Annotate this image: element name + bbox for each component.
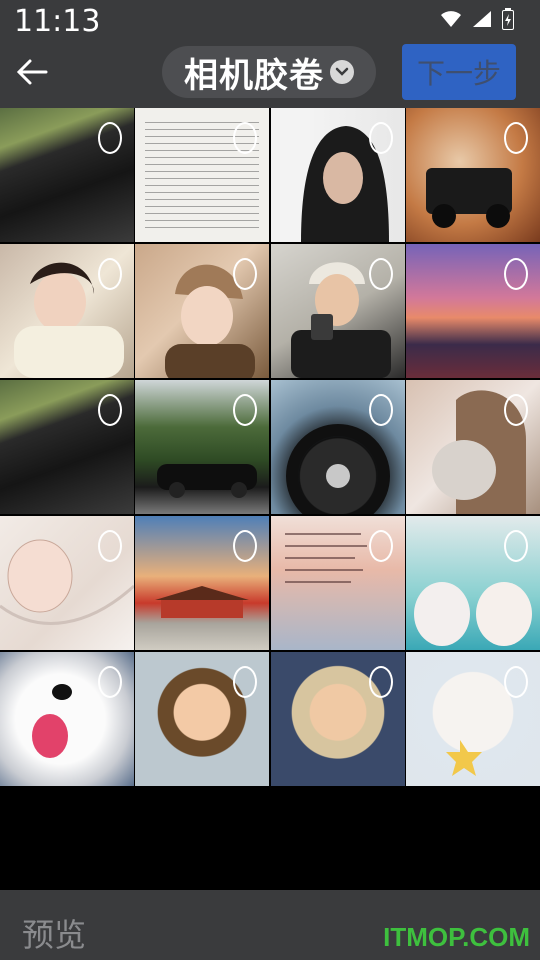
grid-item[interactable] — [405, 244, 540, 378]
signal-icon — [472, 10, 492, 32]
grid-item[interactable] — [0, 380, 134, 514]
status-icons — [440, 8, 514, 34]
grid-item[interactable] — [0, 108, 134, 242]
grid-item[interactable] — [135, 380, 270, 514]
bottom-bar: 预览 ITMOP.COM — [0, 890, 540, 960]
top-bar: 11:13 相机胶卷 下一步 — [0, 0, 540, 108]
preview-button[interactable]: 预览 — [22, 910, 86, 956]
status-time: 11:13 — [14, 4, 101, 39]
grid-item[interactable] — [270, 108, 405, 242]
grid-item[interactable] — [270, 516, 405, 650]
select-circle[interactable] — [503, 122, 528, 154]
select-circle[interactable] — [503, 666, 528, 698]
photo-grid — [0, 108, 540, 788]
grid-item[interactable] — [270, 244, 405, 378]
grid-item[interactable] — [135, 108, 270, 242]
select-circle[interactable] — [98, 666, 122, 698]
album-title: 相机胶卷 — [184, 55, 324, 96]
select-circle[interactable] — [368, 530, 393, 562]
grid-item[interactable] — [270, 380, 405, 514]
grid-item[interactable] — [135, 516, 270, 650]
select-circle[interactable] — [503, 530, 528, 562]
grid-item[interactable] — [405, 380, 540, 514]
select-circle[interactable] — [368, 122, 393, 154]
grid-item[interactable] — [405, 652, 540, 786]
album-selector[interactable]: 相机胶卷 — [162, 46, 376, 98]
grid-item[interactable] — [0, 516, 134, 650]
select-circle[interactable] — [503, 394, 528, 426]
grid-item[interactable] — [0, 244, 134, 378]
select-circle[interactable] — [98, 530, 122, 562]
arrow-left-icon — [14, 59, 50, 96]
select-circle[interactable] — [503, 258, 528, 290]
select-circle[interactable] — [368, 394, 393, 426]
grid-item[interactable] — [270, 652, 405, 786]
select-circle[interactable] — [368, 258, 393, 290]
select-circle[interactable] — [368, 666, 393, 698]
grid-item[interactable] — [405, 516, 540, 650]
next-step-button[interactable]: 下一步 — [402, 44, 516, 100]
select-circle[interactable] — [98, 394, 122, 426]
select-circle[interactable] — [98, 258, 122, 290]
grid-item[interactable] — [405, 108, 540, 242]
watermark: ITMOP.COM — [383, 922, 530, 952]
battery-icon — [502, 8, 514, 34]
select-circle[interactable] — [98, 122, 122, 154]
wifi-icon — [440, 10, 462, 32]
grid-item[interactable] — [0, 652, 134, 786]
grid-item[interactable] — [135, 244, 270, 378]
chevron-down-icon — [330, 60, 354, 84]
grid-item[interactable] — [135, 652, 270, 786]
back-button[interactable] — [14, 52, 50, 92]
